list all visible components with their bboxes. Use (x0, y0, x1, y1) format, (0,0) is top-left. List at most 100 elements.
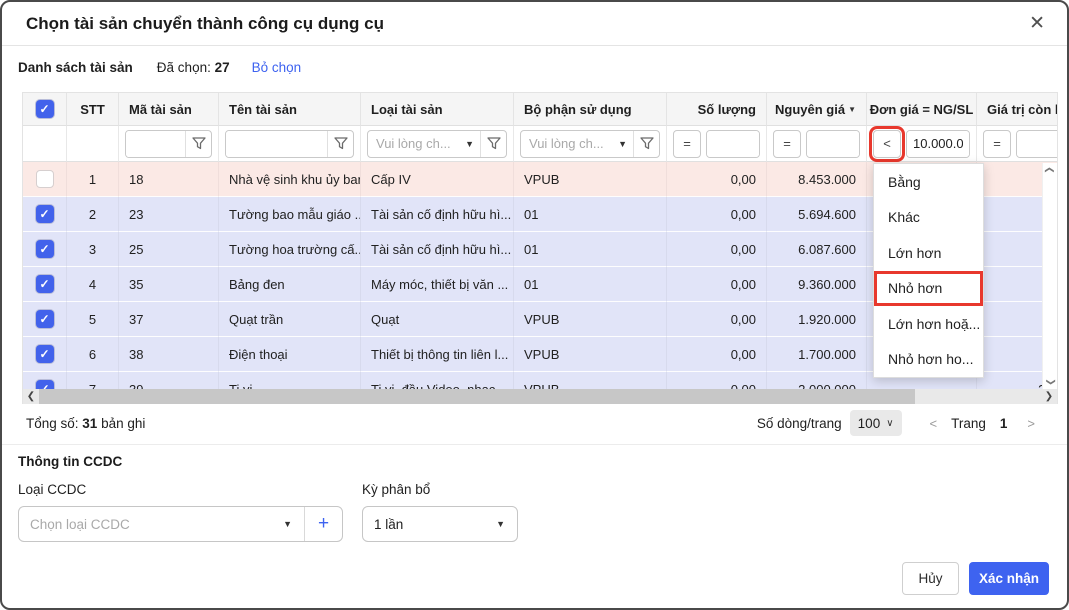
allocation-period-combobox[interactable]: 1 lần ▼ (362, 506, 518, 542)
col-header-so-luong[interactable]: Số lượng (667, 93, 767, 126)
page-size-select[interactable]: 100 ∨ (850, 410, 902, 436)
row-checkbox[interactable]: ✓ (36, 170, 54, 188)
cell-ma-tai-san: 38 (119, 337, 219, 372)
confirm-button[interactable]: Xác nhận (969, 562, 1049, 595)
row-checkbox-cell: ✓ (23, 302, 67, 337)
ccdc-section-title: Thông tin CCDC (18, 454, 122, 469)
row-checkbox[interactable]: ✓ (36, 345, 54, 363)
cell-so-luong: 0,00 (667, 302, 767, 337)
col-header-ma-tai-san[interactable]: Mã tài sản (119, 93, 219, 126)
gia-tri-operator-button[interactable]: = (983, 130, 1011, 158)
cell-ma-tai-san: 37 (119, 302, 219, 337)
cell-bo-phan: 01 (514, 232, 667, 267)
convert-asset-dialog: Chọn tài sản chuyển thành công cụ dụng c… (0, 0, 1069, 610)
col-header-don-gia[interactable]: Đơn giá = NG/SL (867, 93, 977, 126)
filter-gia-tri-input[interactable] (1017, 131, 1058, 157)
section-divider (2, 444, 1067, 445)
row-checkbox-cell: ✓ (23, 232, 67, 267)
cell-ma-tai-san: 23 (119, 197, 219, 232)
close-icon[interactable]: ✕ (1029, 14, 1045, 33)
filter-funnel-icon[interactable] (185, 131, 211, 157)
filter-funnel-icon[interactable] (327, 131, 353, 157)
vertical-scrollbar[interactable]: ❮ ❮ (1042, 163, 1057, 389)
cell-ma-tai-san: 35 (119, 267, 219, 302)
dialog-title: Chọn tài sản chuyển thành công cụ dụng c… (26, 14, 1029, 34)
filter-ten-tai-san-input[interactable] (226, 131, 327, 157)
operator-menu-item[interactable]: Lớn hơn hoặ... (874, 306, 983, 342)
cell-nguyen-gia: 1.700.000 (767, 337, 867, 372)
filter-so-luong-input[interactable] (707, 131, 759, 157)
horizontal-scrollbar[interactable]: ❮ ❯ (23, 389, 1057, 404)
cell-ten-tai-san: Tường hoa trường cấ... (219, 232, 361, 267)
cell-loai-tai-san: Cấp IV (361, 162, 514, 197)
filter-funnel-icon[interactable] (633, 131, 659, 157)
cell-ma-tai-san: 25 (119, 232, 219, 267)
scroll-left-icon[interactable]: ❮ (23, 391, 39, 402)
filter-nguyen-gia-input[interactable] (807, 131, 859, 157)
chevron-down-icon[interactable]: ▼ (484, 519, 517, 529)
operator-menu-item[interactable]: Khác (874, 200, 983, 236)
operator-menu-item[interactable]: Nhỏ hơn ho... (874, 342, 983, 378)
cell-stt: 6 (67, 337, 119, 372)
cell-stt: 4 (67, 267, 119, 302)
current-page: 1 (994, 416, 1014, 431)
cancel-button[interactable]: Hủy (902, 562, 959, 595)
operator-menu-item[interactable]: Nhỏ hơn (874, 271, 983, 307)
sort-descending-icon[interactable]: ▼ (848, 105, 856, 114)
check-icon: ✓ (39, 313, 49, 325)
select-all-checkbox[interactable]: ✓ (36, 100, 54, 118)
row-checkbox[interactable]: ✓ (36, 240, 54, 258)
filter-funnel-icon[interactable] (480, 131, 506, 157)
cell-ten-tai-san: Bảng đen (219, 267, 361, 302)
col-header-ten-tai-san[interactable]: Tên tài sản (219, 93, 361, 126)
filter-bo-phan-select[interactable]: Vui lòng ch... ▼ (520, 130, 660, 158)
so-luong-operator-button[interactable]: = (673, 130, 701, 158)
filter-loai-tai-san-select[interactable]: Vui lòng ch... ▼ (367, 130, 507, 158)
cell-stt: 5 (67, 302, 119, 337)
row-checkbox-cell: ✓ (23, 197, 67, 232)
operator-menu-item[interactable]: Lớn hơn (874, 235, 983, 271)
scroll-right-icon[interactable]: ❯ (1041, 391, 1057, 402)
col-header-bo-phan[interactable]: Bộ phận sử dụng (514, 93, 667, 126)
cell-so-luong: 0,00 (667, 232, 767, 267)
total-records: Tổng số: 31 bản ghi (26, 416, 145, 431)
cell-nguyen-gia: 5.694.600 (767, 197, 867, 232)
operator-dropdown-menu: BằngKhácLớn hơnNhỏ hơnLớn hơn hoặ...Nhỏ … (873, 163, 984, 378)
cell-stt: 1 (67, 162, 119, 197)
check-icon: ✓ (39, 208, 49, 220)
cell-nguyen-gia: 1.920.000 (767, 302, 867, 337)
table-header-row: ✓ STT Mã tài sản Tên tài sản Loại tài sả… (23, 93, 1058, 126)
scroll-down-icon[interactable]: ❮ (1043, 378, 1057, 386)
cell-loai-tai-san: Tài sản cố định hữu hì... (361, 232, 514, 267)
filter-ma-tai-san-input[interactable] (126, 131, 185, 157)
cell-loai-tai-san: Quạt (361, 302, 514, 337)
cell-stt: 3 (67, 232, 119, 267)
asset-list-toolbar: Danh sách tài sản Đã chọn: 27 Bỏ chọn (2, 46, 1067, 88)
selected-count-group: Đã chọn: 27 (157, 60, 230, 75)
row-checkbox[interactable]: ✓ (36, 275, 54, 293)
cell-bo-phan: 01 (514, 267, 667, 302)
add-ccdc-type-button[interactable]: + (304, 507, 342, 541)
row-checkbox[interactable]: ✓ (36, 205, 54, 223)
prev-page-button[interactable]: < (924, 416, 944, 431)
horizontal-scroll-thumb[interactable] (39, 389, 915, 404)
filter-don-gia-input[interactable] (907, 131, 969, 157)
col-header-stt[interactable]: STT (67, 93, 119, 126)
scroll-up-icon[interactable]: ❮ (1043, 166, 1057, 174)
ccdc-type-combobox[interactable]: Chọn loại CCDC ▼ + (18, 506, 343, 542)
deselect-link[interactable]: Bỏ chọn (252, 60, 302, 75)
allocation-period-label: Kỳ phân bổ (362, 482, 430, 497)
operator-menu-item[interactable]: Bằng (874, 164, 983, 200)
nguyen-gia-operator-button[interactable]: = (773, 130, 801, 158)
col-header-loai-tai-san[interactable]: Loại tài sản (361, 93, 514, 126)
selected-count: 27 (215, 60, 230, 75)
cell-ten-tai-san: Tường bao mẫu giáo ... (219, 197, 361, 232)
row-checkbox[interactable]: ✓ (36, 310, 54, 328)
don-gia-operator-button[interactable]: < (873, 130, 901, 158)
cell-so-luong: 0,00 (667, 267, 767, 302)
chevron-down-icon[interactable]: ▼ (271, 519, 304, 529)
cell-nguyen-gia: 8.453.000 (767, 162, 867, 197)
next-page-button[interactable]: > (1021, 416, 1041, 431)
col-header-nguyen-gia[interactable]: Nguyên giá ▼ (767, 93, 867, 126)
col-header-gia-tri-con[interactable]: Giá trị còn lại (977, 93, 1058, 126)
